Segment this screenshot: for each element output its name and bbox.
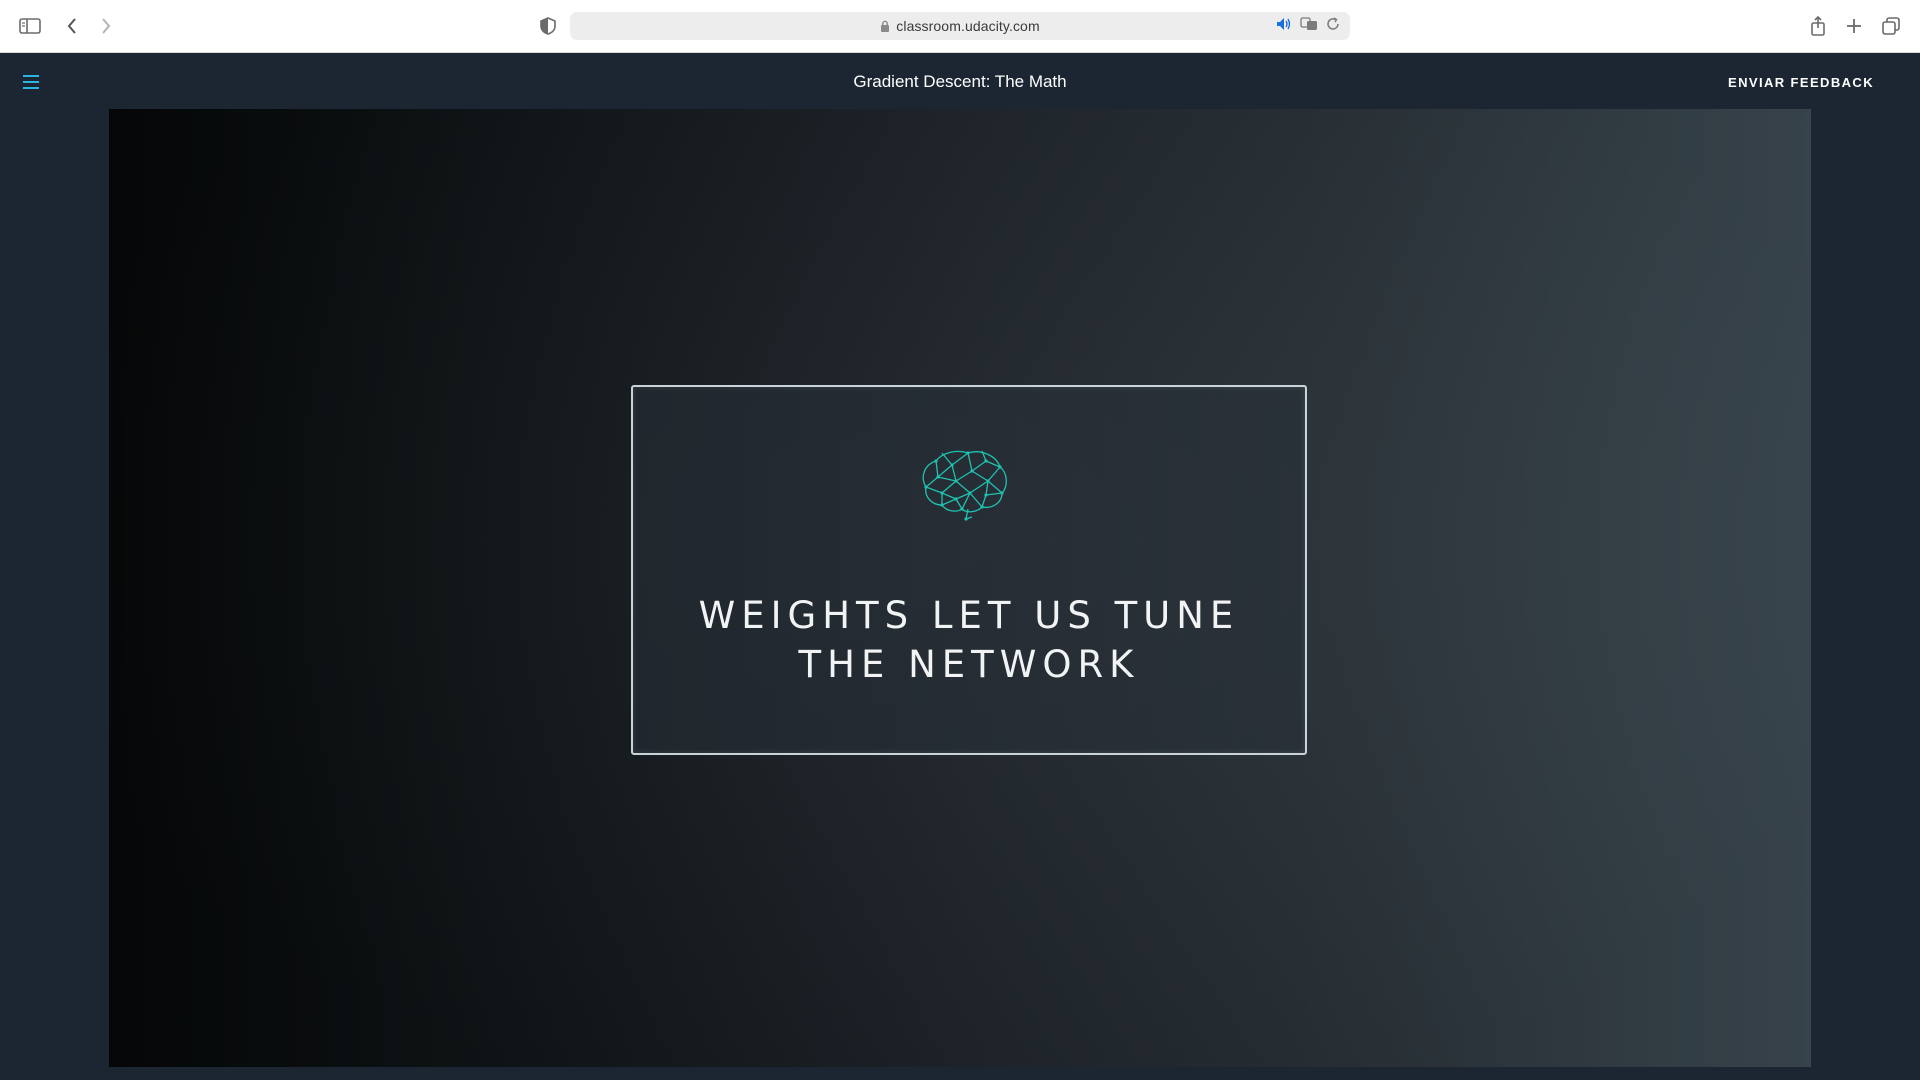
privacy-shield-icon[interactable] — [534, 12, 562, 40]
slide-caption-line-2: THE NETWORK — [798, 643, 1140, 686]
slide-caption-line-1: WEIGHTS LET US TUNE — [698, 594, 1240, 637]
back-icon[interactable] — [58, 12, 86, 40]
classroom-header: Gradient Descent: The Math ENVIAR FEEDBA… — [0, 54, 1920, 109]
address-bar[interactable]: classroom.udacity.com — [570, 12, 1350, 40]
new-tab-icon[interactable] — [1840, 12, 1868, 40]
browser-toolbar: classroom.udacity.com — [0, 0, 1920, 53]
reload-icon[interactable] — [1326, 16, 1340, 36]
audio-playing-icon[interactable] — [1276, 17, 1292, 36]
hamburger-menu-icon[interactable] — [18, 70, 44, 94]
translate-icon[interactable] — [1300, 16, 1318, 36]
slide-card: WEIGHTS LET US TUNE THE NETWORK — [631, 385, 1307, 755]
slide-caption: WEIGHTS LET US TUNE THE NETWORK — [633, 591, 1305, 689]
brain-icon — [922, 450, 1007, 521]
video-player[interactable]: WEIGHTS LET US TUNE THE NETWORK — [109, 109, 1811, 1067]
lock-icon — [880, 20, 890, 33]
url-text: classroom.udacity.com — [896, 18, 1040, 34]
forward-icon[interactable] — [92, 12, 120, 40]
sidebar-toggle-icon[interactable] — [16, 12, 44, 40]
send-feedback-button[interactable]: ENVIAR FEEDBACK — [1728, 75, 1874, 90]
tab-overview-icon[interactable] — [1877, 12, 1905, 40]
page-title: Gradient Descent: The Math — [853, 72, 1067, 91]
share-icon[interactable] — [1804, 12, 1832, 40]
